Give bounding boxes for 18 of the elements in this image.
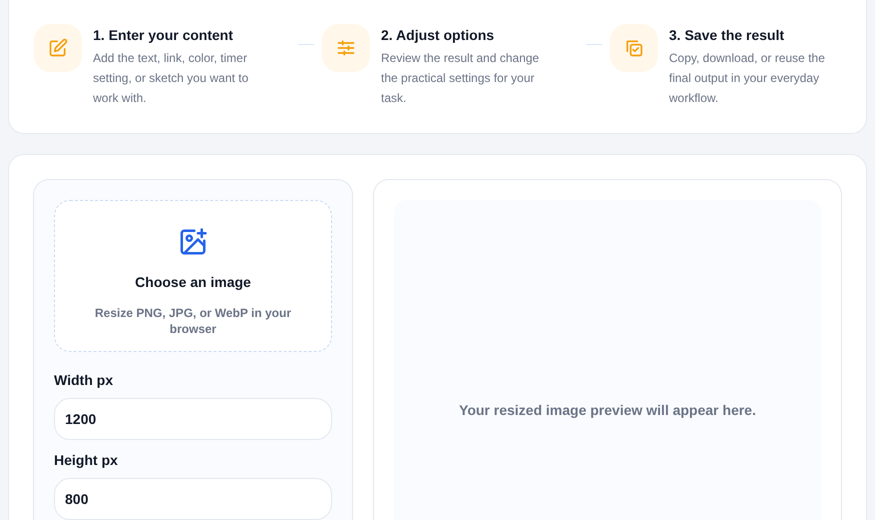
step-title: 1. Enter your content — [93, 26, 234, 45]
image-dropzone[interactable]: Choose an image Resize PNG, JPG, or WebP in your browser — [54, 200, 332, 352]
step-title: 2. Adjust options — [381, 26, 496, 45]
upload-title: Choose an image — [135, 273, 251, 292]
edit-icon — [48, 38, 68, 58]
step-title: 3. Save the result — [669, 26, 786, 45]
upload-hint: Resize PNG, JPG, or WebP in your browser — [94, 305, 292, 337]
image-add-icon — [178, 227, 208, 257]
field-label: Width px — [54, 371, 114, 390]
step-description: Copy, download, or reuse the final output in your everyday workflow. — [669, 50, 826, 107]
number-input[interactable]: 800 — [54, 478, 332, 520]
copy-check-icon — [624, 38, 644, 58]
sliders-icon — [336, 38, 356, 58]
number-input[interactable]: 1200 — [54, 398, 332, 440]
field-label: Height px — [54, 451, 119, 470]
step-description: Add the text, link, color, timer setting, or sketch you want to work with. — [93, 50, 250, 107]
step-description: Review the result and change the practical settings for your task. — [381, 50, 540, 107]
preview-message: Your resized image preview will appear here. — [459, 401, 756, 420]
